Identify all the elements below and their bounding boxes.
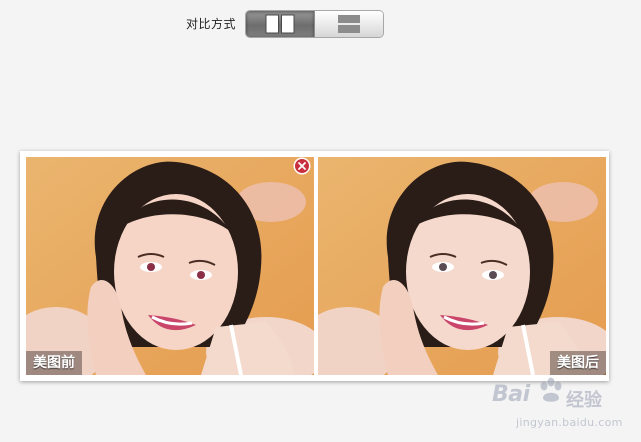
paw-icon <box>540 377 562 402</box>
watermark-brand-suffix: 经验 <box>566 390 602 411</box>
compare-mode-label: 对比方式 <box>186 17 237 31</box>
before-label: 美图前 <box>26 351 82 375</box>
side-by-side-mode-button[interactable] <box>246 11 315 37</box>
watermark-url: jingyan.baidu.com <box>516 416 623 429</box>
after-label: 美图后 <box>550 351 606 375</box>
before-photo: 美图前 <box>26 157 314 375</box>
portrait-image <box>26 157 314 375</box>
close-button[interactable] <box>293 157 311 175</box>
top-bottom-mode-button[interactable] <box>315 11 383 37</box>
portrait-image-retouched <box>318 157 606 375</box>
after-photo: 美图后 <box>318 157 606 375</box>
close-icon <box>293 157 311 175</box>
split-horizontal-icon <box>338 15 360 33</box>
baidu-jingyan-watermark: Bai 经验 jingyan.baidu.com <box>492 376 632 438</box>
watermark-brand: Bai <box>492 382 530 407</box>
split-vertical-icon <box>265 14 295 34</box>
compare-mode-switch <box>245 10 384 38</box>
compare-panel: 美图前 美图后 <box>20 151 609 381</box>
